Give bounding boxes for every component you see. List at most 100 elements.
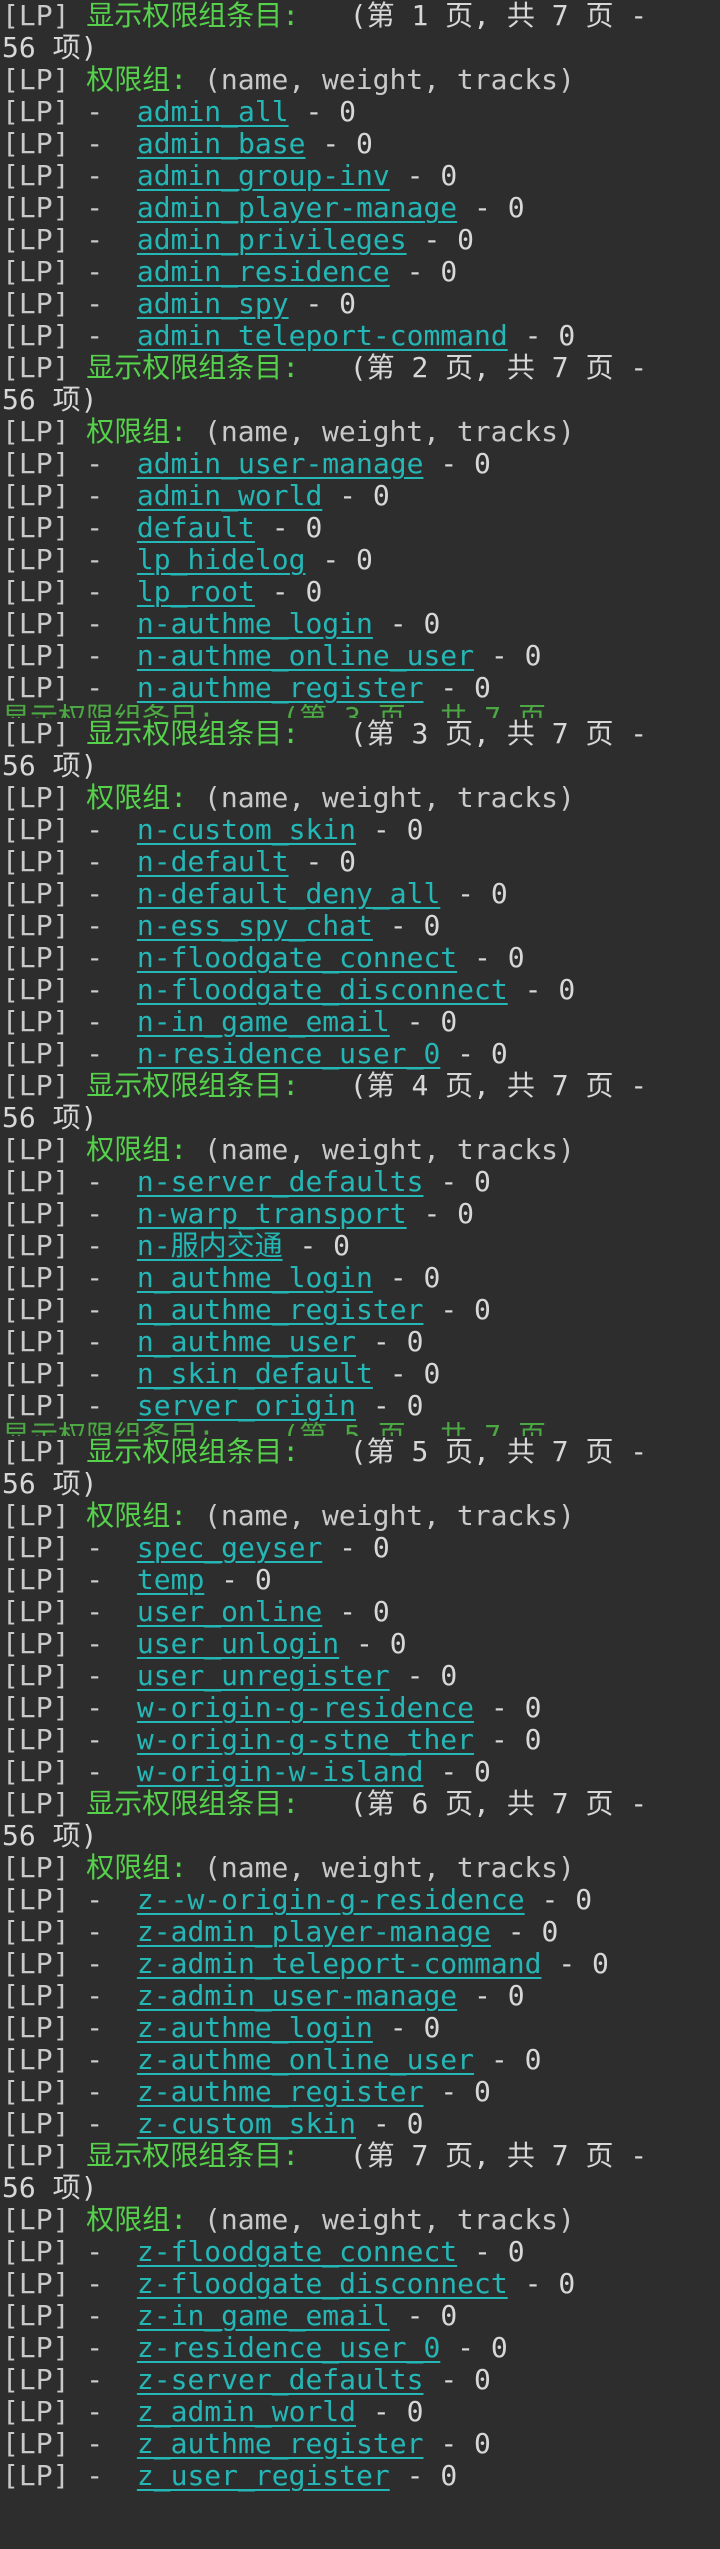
group-name-link[interactable]: lp_root — [137, 576, 255, 608]
row-dash: - — [86, 1564, 104, 1596]
group-name-link[interactable]: admin_base — [137, 128, 306, 160]
group-weight: 0 — [474, 1294, 491, 1326]
log-prefix: [LP] — [2, 1756, 70, 1788]
group-name-link[interactable]: admin_player-manage — [137, 192, 457, 224]
group-name-link[interactable]: server_origin — [137, 1390, 356, 1422]
group-name-link[interactable]: n-custom_skin — [137, 814, 356, 846]
row-separator: - — [457, 878, 475, 910]
row-separator: - — [440, 448, 458, 480]
group-name-link[interactable]: z-admin_user-manage — [137, 1980, 457, 2012]
group-name-link[interactable]: admin_user-manage — [137, 448, 424, 480]
row-separator: - — [474, 2236, 491, 2268]
group-name-link[interactable]: n_authme_login — [137, 1262, 373, 1294]
group-name-link[interactable]: admin_residence — [137, 256, 390, 288]
group-row: [LP] - admin_group-inv - 0 — [0, 160, 720, 192]
row-separator: - — [507, 1916, 525, 1948]
row-separator: - — [423, 1198, 441, 1230]
group-name-link[interactable]: admin_group-inv — [137, 160, 390, 192]
group-name-link[interactable]: n-服内交通 — [137, 1230, 283, 1262]
log-prefix: [LP] — [2, 1230, 70, 1262]
group-name-link[interactable]: z-custom_skin — [137, 2108, 356, 2140]
group-name-link[interactable]: default — [137, 512, 255, 544]
group-name-link[interactable]: n_authme_register — [137, 1294, 424, 1326]
group-weight: 0 — [406, 2396, 424, 2428]
header-total: 56 项) — [2, 1468, 98, 1500]
group-name-link[interactable]: n-in_game_email — [137, 1006, 390, 1038]
row-dash: - — [86, 1628, 104, 1660]
row-separator: - — [440, 2428, 458, 2460]
group-name-link[interactable]: user_unregister — [137, 1660, 390, 1692]
header-page: (第 5 页, 共 7 页 - — [349, 1436, 648, 1468]
group-name-link[interactable]: lp_hidelog — [137, 544, 306, 576]
group-name-link[interactable]: z-residence_user_0 — [137, 2332, 440, 2364]
group-row: [LP] - n-in_game_email - 0 — [0, 1006, 720, 1038]
row-dash: - — [86, 480, 104, 512]
group-name-link[interactable]: n_authme_user — [137, 1326, 356, 1358]
group-name-link[interactable]: z_user_register — [137, 2460, 390, 2492]
group-name-link[interactable]: z_authme_register — [137, 2428, 424, 2460]
group-name-link[interactable]: spec_geyser — [137, 1532, 322, 1564]
group-name-link[interactable]: n-floodgate_disconnect — [137, 974, 508, 1006]
group-name-link[interactable]: z-authme_online_user — [137, 2044, 474, 2076]
group-name-link[interactable]: admin_privileges — [137, 224, 407, 256]
group-name-link[interactable]: n-server_defaults — [137, 1166, 424, 1198]
group-weight: 0 — [541, 1916, 559, 1948]
group-name-link[interactable]: n_skin_default — [137, 1358, 373, 1390]
group-name-link[interactable]: z-authme_register — [137, 2076, 424, 2108]
group-name-link[interactable]: z-authme_login — [137, 2012, 373, 2044]
group-name-link[interactable]: admin_spy — [137, 288, 289, 320]
log-prefix: [LP] — [2, 1980, 70, 2012]
header-title: 显示权限组条目: — [86, 718, 300, 750]
page-4: [LP] 显示权限组条目: (第 4 页, 共 7 页 - 56 项) [LP]… — [0, 1070, 720, 1436]
group-name-link[interactable]: z-server_defaults — [137, 2364, 424, 2396]
group-name-link[interactable]: w-origin-w-island — [137, 1756, 424, 1788]
header-total: 56 项) — [2, 1102, 98, 1134]
group-name-link[interactable]: w-origin-g-stne_ther — [137, 1724, 474, 1756]
group-name-link[interactable]: user_unlogin — [137, 1628, 339, 1660]
row-dash: - — [86, 224, 104, 256]
group-name-link[interactable]: z-admin_player-manage — [137, 1916, 491, 1948]
group-name-link[interactable]: z-admin_teleport-command — [137, 1948, 542, 1980]
group-row: [LP] - user_unregister - 0 — [0, 1660, 720, 1692]
group-name-link[interactable]: n-authme_login — [137, 608, 373, 640]
header-title: 显示权限组条目: — [86, 1788, 300, 1820]
log-prefix: [LP] — [2, 1660, 70, 1692]
group-name-link[interactable]: n-default_deny_all — [137, 878, 440, 910]
group-name-link[interactable]: user_online — [137, 1596, 322, 1628]
group-row: [LP] - temp - 0 — [0, 1564, 720, 1596]
row-dash: - — [86, 288, 104, 320]
row-separator: - — [389, 1358, 407, 1390]
group-name-link[interactable]: z_admin_world — [137, 2396, 356, 2428]
log-prefix: [LP] — [2, 1198, 70, 1230]
group-name-link[interactable]: temp — [137, 1564, 204, 1596]
page-header-line: [LP] 显示权限组条目: (第 6 页, 共 7 页 - — [0, 1788, 720, 1820]
group-name-link[interactable]: n-warp_transport — [137, 1198, 407, 1230]
group-name-link[interactable]: admin_world — [137, 480, 322, 512]
group-row: [LP] - n-residence_user_0 - 0 — [0, 1038, 720, 1070]
group-name-link[interactable]: admin_teleport-command — [137, 320, 508, 352]
group-row: [LP] - z-residence_user_0 - 0 — [0, 2332, 720, 2364]
group-name-link[interactable]: n-authme_register — [137, 672, 424, 704]
group-row: [LP] - n-default - 0 — [0, 846, 720, 878]
row-separator: - — [389, 608, 407, 640]
console-window: [LP] 显示权限组条目: (第 1 页, 共 7 页 - 56 项) [LP]… — [0, 0, 720, 2549]
group-name-link[interactable]: z--w-origin-g-residence — [137, 1884, 525, 1916]
group-name-link[interactable]: n-ess_spy_chat — [137, 910, 373, 942]
group-name-link[interactable]: n-residence_user_0 — [137, 1038, 440, 1070]
group-name-link[interactable]: n-default — [137, 846, 289, 878]
group-name-link[interactable]: z-floodgate_disconnect — [137, 2268, 508, 2300]
log-prefix: [LP] — [2, 1500, 70, 1532]
header-page: (第 3 页, 共 7 页 - — [349, 718, 648, 750]
group-name-link[interactable]: w-origin-g-residence — [137, 1692, 474, 1724]
group-weight: 0 — [423, 910, 441, 942]
group-name-link[interactable]: n-authme_online_user — [137, 640, 474, 672]
group-name-link[interactable]: n-floodgate_connect — [137, 942, 457, 974]
log-prefix: [LP] — [2, 1006, 70, 1038]
group-weight: 0 — [372, 480, 390, 512]
group-name-link[interactable]: z-floodgate_connect — [137, 2236, 457, 2268]
page-header-line: [LP] 显示权限组条目: (第 4 页, 共 7 页 - — [0, 1070, 720, 1102]
group-name-link[interactable]: z-in_game_email — [137, 2300, 390, 2332]
group-title: 权限组: — [86, 1500, 188, 1532]
log-prefix: [LP] — [2, 942, 70, 974]
group-name-link[interactable]: admin_all — [137, 96, 289, 128]
